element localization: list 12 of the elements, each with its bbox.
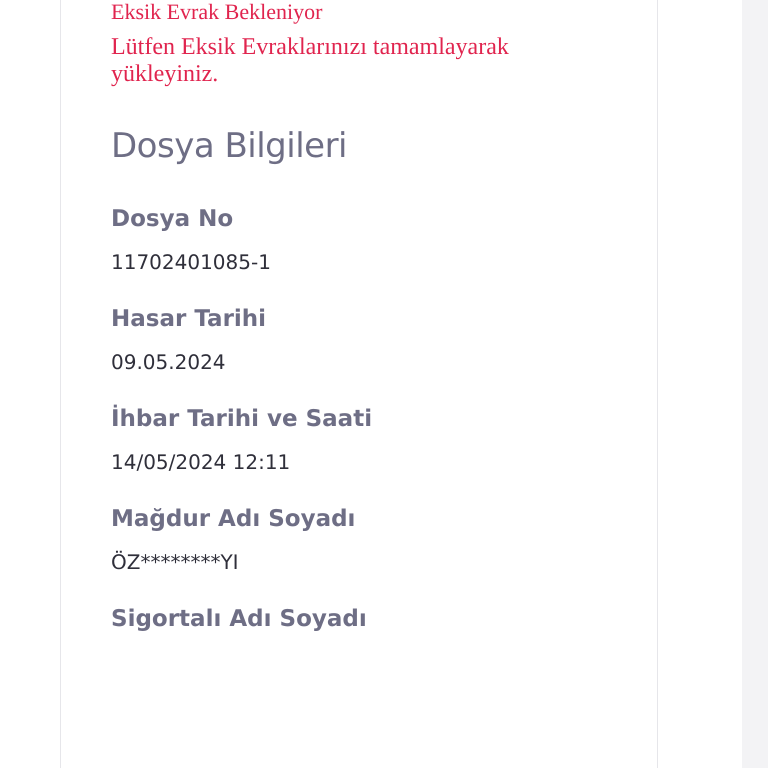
field-label: İhbar Tarihi ve Saati (111, 406, 374, 432)
status-text: Eksik Evrak Bekleniyor (111, 0, 324, 24)
field-label: Hasar Tarihi (111, 306, 268, 332)
field-label: Mağdur Adı Soyadı (111, 506, 356, 532)
field-value: ÖZ********YI (111, 550, 240, 574)
warning-message: Lütfen Eksik Evraklarınızı tamamlayarak yükleyiniz. (111, 34, 510, 88)
field-value: 11702401085-1 (111, 250, 272, 274)
field-label: Dosya No (111, 206, 234, 232)
field-label: Sigortalı Adı Soyadı (111, 606, 368, 632)
field-value: 14/05/2024 12:11 (111, 450, 292, 474)
section-title: Dosya Bilgileri (111, 126, 348, 166)
field-value: 09.05.2024 (111, 350, 227, 374)
